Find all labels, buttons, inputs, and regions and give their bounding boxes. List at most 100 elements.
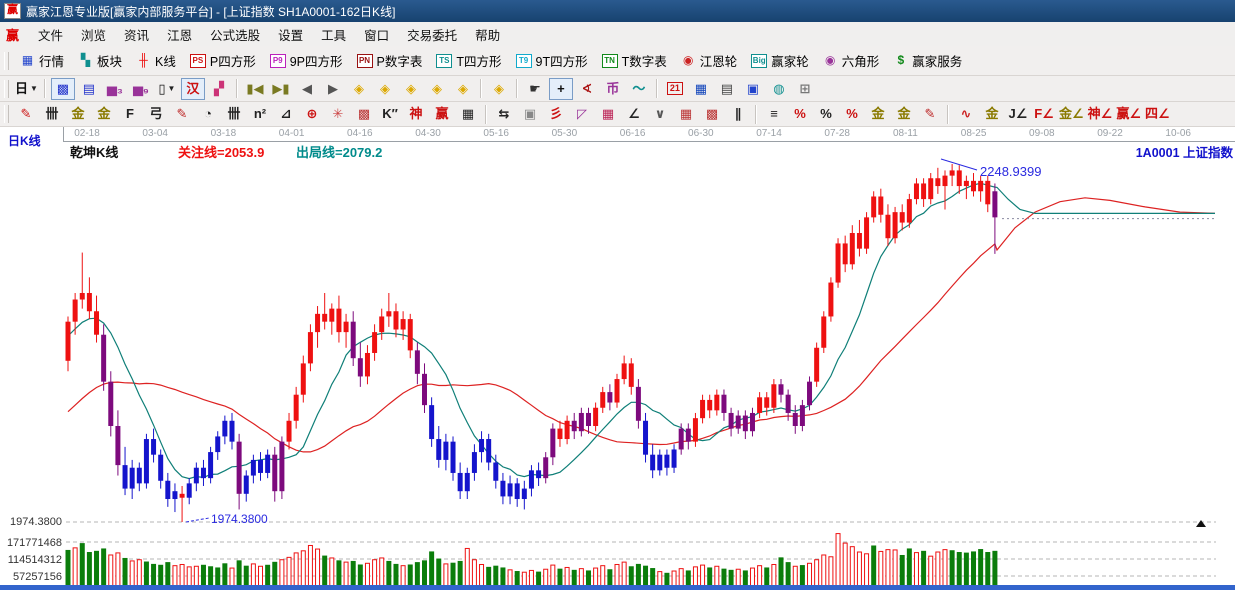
workstation-icon[interactable]: ⊞ — [793, 78, 817, 100]
ying-angle-icon[interactable]: 赢∠ — [1115, 103, 1142, 125]
last-bar-icon[interactable]: ▶▮ — [269, 78, 293, 100]
brush-icon[interactable]: ✎ — [14, 103, 38, 125]
kline-period-dropdown-icon[interactable]: 日▼ — [14, 78, 39, 100]
wave-lines-icon[interactable]: ∿ — [954, 103, 978, 125]
zoom-horizontal-icon[interactable]: ◈ — [399, 78, 423, 100]
menu-tools[interactable]: 工具 — [312, 22, 355, 47]
save-icon[interactable]: ▣ — [741, 78, 765, 100]
p-digit-table-button[interactable]: PNP数字表 — [350, 48, 430, 73]
hand-tool-icon[interactable]: ☛ — [523, 78, 547, 100]
zoom-left-icon[interactable]: ◈ — [347, 78, 371, 100]
fan-box-icon[interactable]: ◸ — [570, 103, 594, 125]
wave-scribble-icon[interactable]: 〜 — [627, 78, 651, 100]
gold-wave-icon[interactable]: 金 — [980, 103, 1004, 125]
sectors-button[interactable]: ▚板块 — [71, 48, 129, 73]
candle-style-dropdown-icon[interactable]: ▯▼ — [155, 78, 179, 100]
bow-fence-icon[interactable]: 弓 — [144, 103, 168, 125]
ying-fence-icon[interactable]: 赢 — [430, 103, 454, 125]
zoom-all-icon[interactable]: ◈ — [487, 78, 511, 100]
next-bar-icon[interactable]: ▶ — [321, 78, 345, 100]
f-angle-icon[interactable]: F∠ — [1032, 103, 1056, 125]
calculator-icon[interactable]: ▦ — [689, 78, 713, 100]
gold-angle-icon[interactable]: 金∠ — [1058, 103, 1085, 125]
three-bars-icon[interactable]: ▅₃ — [103, 78, 127, 100]
percent-line-icon[interactable]: % — [788, 103, 812, 125]
price-bars-icon[interactable]: ≡ — [762, 103, 786, 125]
menu-trade[interactable]: 交易委托 — [398, 22, 466, 47]
k-prime-icon[interactable]: K″ — [378, 103, 402, 125]
kline-button[interactable]: ╫K线 — [129, 48, 183, 73]
f-fence-icon[interactable]: F — [118, 103, 142, 125]
toolbar-grip[interactable] — [4, 52, 9, 70]
zoom-in-icon[interactable]: ◈ — [451, 78, 475, 100]
zoom-out-icon[interactable]: ◈ — [425, 78, 449, 100]
crosshair-tool-icon[interactable]: + — [549, 78, 573, 100]
j-angle-icon[interactable]: J∠ — [1006, 103, 1030, 125]
square-web-icon[interactable]: ▩ — [352, 103, 376, 125]
trend-network-icon[interactable]: ▩ — [51, 78, 75, 100]
grid-box-icon[interactable]: ▦ — [596, 103, 620, 125]
nine-bars-icon[interactable]: ▅₉ — [129, 78, 153, 100]
first-bar-icon[interactable]: ▮◀ — [243, 78, 267, 100]
set-square-icon[interactable]: ⊿ — [274, 103, 298, 125]
gold-circle-icon[interactable]: 金 — [866, 103, 890, 125]
shen-angle-icon[interactable]: 神∠ — [1087, 103, 1114, 125]
marker-pen-icon[interactable]: ✎ — [170, 103, 194, 125]
menu-settings[interactable]: 设置 — [269, 22, 312, 47]
time-fence-icon[interactable]: 卌 — [40, 103, 64, 125]
menu-help[interactable]: 帮助 — [466, 22, 509, 47]
hexagon-button[interactable]: ◉六角形 — [816, 48, 887, 73]
cycle-clock-icon[interactable]: ◔ — [196, 103, 220, 125]
shen-fence-icon[interactable]: 神 — [404, 103, 428, 125]
menu-gann[interactable]: 江恩 — [158, 22, 201, 47]
p-square-button[interactable]: PSP四方形 — [183, 48, 263, 73]
profile-histogram-icon[interactable]: ▞ — [207, 78, 231, 100]
9t-square-button[interactable]: T99T四方形 — [509, 48, 595, 73]
percent-icon[interactable]: % — [814, 103, 838, 125]
gann-symbol-icon[interactable]: 币 — [601, 78, 625, 100]
si-angle-icon[interactable]: 四∠ — [1144, 103, 1171, 125]
menu-browse[interactable]: 浏览 — [72, 22, 115, 47]
scroll-marker-icon[interactable] — [1196, 520, 1206, 527]
target-circle-icon[interactable]: ⊕ — [300, 103, 324, 125]
9p-square-button[interactable]: P99P四方形 — [263, 48, 350, 73]
kline-chart[interactable]: 2248.93991974.38001974.38001717714681145… — [0, 157, 1235, 585]
toolbar-grip[interactable] — [4, 105, 9, 123]
menu-file[interactable]: 文件 — [29, 22, 72, 47]
gann-fan-icon[interactable]: 彡 — [544, 103, 568, 125]
hanzi-tool-icon[interactable]: 汉 — [181, 78, 205, 100]
info-list-icon[interactable]: ▤ — [77, 78, 101, 100]
gold-lines-icon[interactable]: 金 — [892, 103, 916, 125]
t-square-button[interactable]: TST四方形 — [429, 48, 508, 73]
trend-angles-icon[interactable]: ∠ — [622, 103, 646, 125]
gann-wheel-button[interactable]: ◉江恩轮 — [674, 48, 745, 73]
span-arrows-icon[interactable]: ⇆ — [492, 103, 516, 125]
calendar-21-icon[interactable]: 21 — [663, 78, 687, 100]
angle-measure-icon[interactable]: ∢ — [575, 78, 599, 100]
grid-icon[interactable]: ▦ — [674, 103, 698, 125]
menu-window[interactable]: 窗口 — [355, 22, 398, 47]
t-digit-table-button[interactable]: TNT数字表 — [595, 48, 674, 73]
percent-retrace-icon[interactable]: % — [840, 103, 864, 125]
zigzag-icon[interactable]: ∨ — [648, 103, 672, 125]
prev-bar-icon[interactable]: ◀ — [295, 78, 319, 100]
notes-icon[interactable]: ▤ — [715, 78, 739, 100]
box-tool-icon[interactable]: ▣ — [518, 103, 542, 125]
quotes-button[interactable]: ▦行情 — [13, 48, 71, 73]
fence-icon[interactable]: 卌 — [222, 103, 246, 125]
web-globe-icon[interactable]: ◍ — [767, 78, 791, 100]
winner-wheel-button[interactable]: Big赢家轮 — [744, 48, 816, 73]
gold-fence-1-icon[interactable]: 金 — [66, 103, 90, 125]
pen-flag-icon[interactable]: ✎ — [918, 103, 942, 125]
winner-service-button[interactable]: $赢家服务 — [886, 48, 969, 73]
ruler-123-icon[interactable]: ▦ — [456, 103, 480, 125]
grid-ruler-icon[interactable]: ▩ — [700, 103, 724, 125]
menu-news[interactable]: 资讯 — [115, 22, 158, 47]
zoom-right-icon[interactable]: ◈ — [373, 78, 397, 100]
menu-formula-pick[interactable]: 公式选股 — [201, 22, 269, 47]
toolbar-grip[interactable] — [4, 80, 9, 98]
star-web-icon[interactable]: ✳ — [326, 103, 350, 125]
parallel-lines-icon[interactable]: ∥ — [726, 103, 750, 125]
gold-fence-2-icon[interactable]: 金 — [92, 103, 116, 125]
n-squared-icon[interactable]: n² — [248, 103, 272, 125]
